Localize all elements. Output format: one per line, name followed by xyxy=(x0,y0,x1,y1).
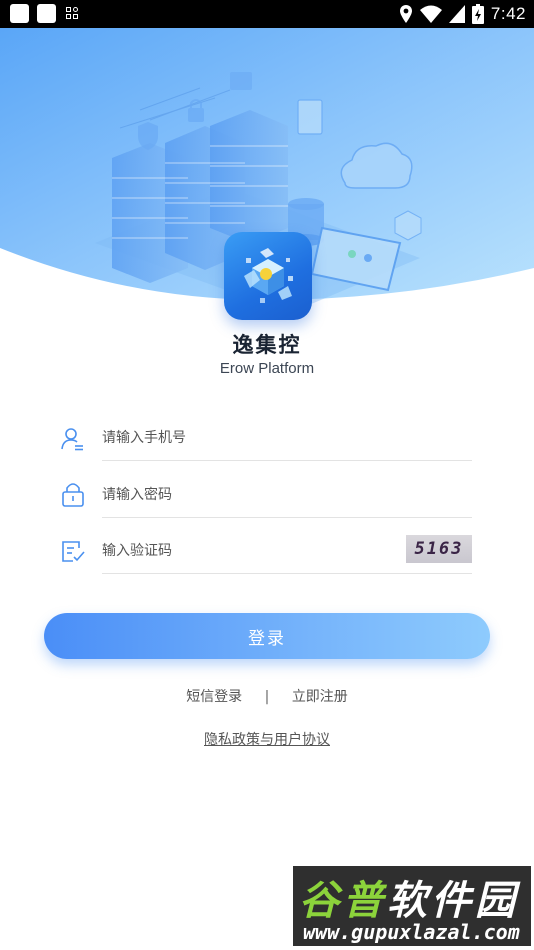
notification-icon xyxy=(10,4,29,23)
battery-icon xyxy=(471,4,484,24)
user-icon xyxy=(61,428,83,451)
divider xyxy=(102,573,472,574)
sms-login-link[interactable]: 短信登录 xyxy=(186,686,242,706)
secondary-links: 短信登录 | 立即注册 xyxy=(0,686,534,706)
divider xyxy=(102,517,472,518)
login-button[interactable]: 登录 xyxy=(44,613,490,659)
captcha-row: 5163 xyxy=(60,531,472,579)
lock-icon xyxy=(62,483,84,507)
phone-input[interactable] xyxy=(102,418,472,458)
privacy-policy-link[interactable]: 隐私政策与用户协议 xyxy=(204,732,330,748)
captcha-image[interactable]: 5163 xyxy=(406,535,472,563)
watermark-url: www.gupuxlazal.com xyxy=(303,920,520,944)
clock: 7:42 xyxy=(490,4,526,23)
watermark-title-part2: 软件园 xyxy=(387,878,519,924)
signal-icon xyxy=(448,5,465,23)
wifi-icon xyxy=(419,5,442,23)
app-logo xyxy=(224,232,312,320)
divider xyxy=(102,460,472,461)
watermark-title: 谷普软件园 xyxy=(299,868,519,926)
register-link[interactable]: 立即注册 xyxy=(292,686,348,706)
app-name: 逸集控 xyxy=(232,333,302,357)
password-row xyxy=(60,475,472,523)
location-icon xyxy=(399,5,412,23)
watermark-title-part1: 谷普 xyxy=(299,878,387,924)
policy-row: 隐私政策与用户协议 xyxy=(0,729,534,749)
link-separator: | xyxy=(264,689,270,705)
app-subtitle: Erow Platform xyxy=(219,360,315,377)
notification-icon xyxy=(37,4,56,23)
watermark-logo: 谷普软件园 www.gupuxlazal.com xyxy=(293,866,531,946)
app-grid-icon xyxy=(66,7,80,21)
phone-row xyxy=(60,418,472,466)
verify-code-icon xyxy=(62,541,85,562)
password-input[interactable] xyxy=(102,475,472,515)
status-bar: 7:42 xyxy=(0,0,534,28)
